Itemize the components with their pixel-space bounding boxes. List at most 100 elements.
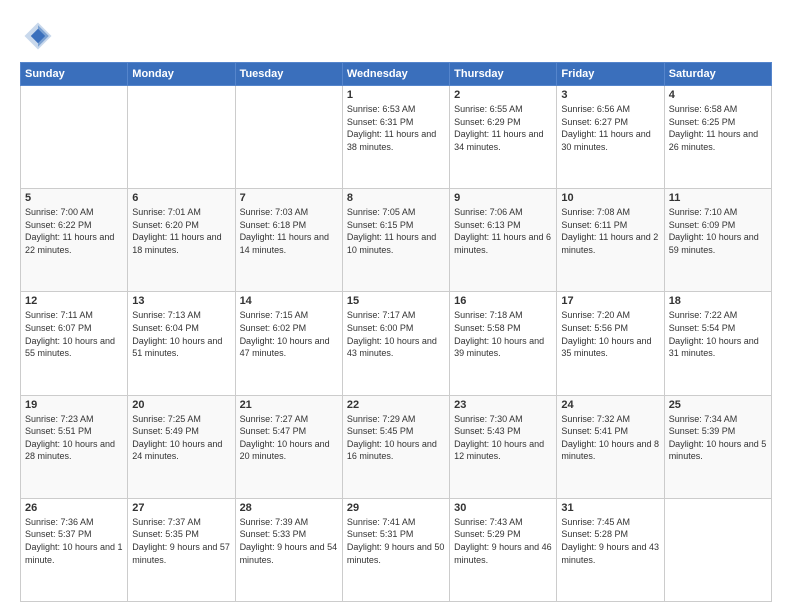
day-number: 1 [347,89,445,101]
day-number: 13 [132,295,230,307]
day-number: 23 [454,399,552,411]
calendar-cell: 9 Sunrise: 7:06 AMSunset: 6:13 PMDayligh… [450,189,557,292]
day-info: Sunrise: 7:01 AMSunset: 6:20 PMDaylight:… [132,206,230,256]
day-number: 24 [561,399,659,411]
calendar-cell: 20 Sunrise: 7:25 AMSunset: 5:49 PMDaylig… [128,395,235,498]
calendar-cell: 13 Sunrise: 7:13 AMSunset: 6:04 PMDaylig… [128,292,235,395]
calendar-cell: 28 Sunrise: 7:39 AMSunset: 5:33 PMDaylig… [235,498,342,601]
day-info: Sunrise: 7:29 AMSunset: 5:45 PMDaylight:… [347,413,445,463]
calendar-cell: 1 Sunrise: 6:53 AMSunset: 6:31 PMDayligh… [342,86,449,189]
day-info: Sunrise: 6:58 AMSunset: 6:25 PMDaylight:… [669,103,767,153]
calendar-cell: 19 Sunrise: 7:23 AMSunset: 5:51 PMDaylig… [21,395,128,498]
calendar-cell [21,86,128,189]
day-info: Sunrise: 7:25 AMSunset: 5:49 PMDaylight:… [132,413,230,463]
day-number: 10 [561,192,659,204]
calendar-cell: 7 Sunrise: 7:03 AMSunset: 6:18 PMDayligh… [235,189,342,292]
day-number: 20 [132,399,230,411]
day-info: Sunrise: 7:03 AMSunset: 6:18 PMDaylight:… [240,206,338,256]
calendar-cell: 4 Sunrise: 6:58 AMSunset: 6:25 PMDayligh… [664,86,771,189]
calendar-cell: 5 Sunrise: 7:00 AMSunset: 6:22 PMDayligh… [21,189,128,292]
calendar-week-3: 12 Sunrise: 7:11 AMSunset: 6:07 PMDaylig… [21,292,772,395]
day-number: 5 [25,192,123,204]
day-info: Sunrise: 7:43 AMSunset: 5:29 PMDaylight:… [454,516,552,566]
day-number: 19 [25,399,123,411]
day-info: Sunrise: 7:22 AMSunset: 5:54 PMDaylight:… [669,309,767,359]
day-info: Sunrise: 7:34 AMSunset: 5:39 PMDaylight:… [669,413,767,463]
day-number: 11 [669,192,767,204]
calendar-cell: 12 Sunrise: 7:11 AMSunset: 6:07 PMDaylig… [21,292,128,395]
calendar-cell: 21 Sunrise: 7:27 AMSunset: 5:47 PMDaylig… [235,395,342,498]
day-number: 6 [132,192,230,204]
day-info: Sunrise: 7:36 AMSunset: 5:37 PMDaylight:… [25,516,123,566]
logo [20,18,62,54]
day-number: 4 [669,89,767,101]
day-info: Sunrise: 7:11 AMSunset: 6:07 PMDaylight:… [25,309,123,359]
calendar-cell: 30 Sunrise: 7:43 AMSunset: 5:29 PMDaylig… [450,498,557,601]
day-info: Sunrise: 7:15 AMSunset: 6:02 PMDaylight:… [240,309,338,359]
day-info: Sunrise: 7:41 AMSunset: 5:31 PMDaylight:… [347,516,445,566]
day-info: Sunrise: 6:53 AMSunset: 6:31 PMDaylight:… [347,103,445,153]
day-number: 16 [454,295,552,307]
weekday-header-wednesday: Wednesday [342,63,449,86]
calendar-cell: 11 Sunrise: 7:10 AMSunset: 6:09 PMDaylig… [664,189,771,292]
header [20,18,772,54]
day-number: 27 [132,502,230,514]
weekday-header-sunday: Sunday [21,63,128,86]
day-number: 30 [454,502,552,514]
day-number: 18 [669,295,767,307]
day-info: Sunrise: 7:00 AMSunset: 6:22 PMDaylight:… [25,206,123,256]
day-number: 17 [561,295,659,307]
day-number: 31 [561,502,659,514]
day-info: Sunrise: 7:05 AMSunset: 6:15 PMDaylight:… [347,206,445,256]
calendar-cell [235,86,342,189]
calendar-week-4: 19 Sunrise: 7:23 AMSunset: 5:51 PMDaylig… [21,395,772,498]
logo-icon [20,18,56,54]
day-number: 7 [240,192,338,204]
day-info: Sunrise: 7:32 AMSunset: 5:41 PMDaylight:… [561,413,659,463]
day-number: 21 [240,399,338,411]
day-number: 15 [347,295,445,307]
calendar-cell: 26 Sunrise: 7:36 AMSunset: 5:37 PMDaylig… [21,498,128,601]
calendar-cell [664,498,771,601]
weekday-header-row: SundayMondayTuesdayWednesdayThursdayFrid… [21,63,772,86]
calendar-cell: 3 Sunrise: 6:56 AMSunset: 6:27 PMDayligh… [557,86,664,189]
day-number: 12 [25,295,123,307]
day-info: Sunrise: 7:20 AMSunset: 5:56 PMDaylight:… [561,309,659,359]
day-info: Sunrise: 7:27 AMSunset: 5:47 PMDaylight:… [240,413,338,463]
day-info: Sunrise: 7:39 AMSunset: 5:33 PMDaylight:… [240,516,338,566]
calendar-cell: 16 Sunrise: 7:18 AMSunset: 5:58 PMDaylig… [450,292,557,395]
weekday-header-friday: Friday [557,63,664,86]
weekday-header-monday: Monday [128,63,235,86]
calendar-table: SundayMondayTuesdayWednesdayThursdayFrid… [20,62,772,602]
day-info: Sunrise: 7:17 AMSunset: 6:00 PMDaylight:… [347,309,445,359]
calendar-cell: 29 Sunrise: 7:41 AMSunset: 5:31 PMDaylig… [342,498,449,601]
calendar-week-2: 5 Sunrise: 7:00 AMSunset: 6:22 PMDayligh… [21,189,772,292]
day-info: Sunrise: 7:06 AMSunset: 6:13 PMDaylight:… [454,206,552,256]
calendar-week-5: 26 Sunrise: 7:36 AMSunset: 5:37 PMDaylig… [21,498,772,601]
calendar-cell: 18 Sunrise: 7:22 AMSunset: 5:54 PMDaylig… [664,292,771,395]
calendar-cell: 8 Sunrise: 7:05 AMSunset: 6:15 PMDayligh… [342,189,449,292]
calendar-cell: 15 Sunrise: 7:17 AMSunset: 6:00 PMDaylig… [342,292,449,395]
weekday-header-tuesday: Tuesday [235,63,342,86]
calendar-cell: 10 Sunrise: 7:08 AMSunset: 6:11 PMDaylig… [557,189,664,292]
day-info: Sunrise: 7:30 AMSunset: 5:43 PMDaylight:… [454,413,552,463]
weekday-header-thursday: Thursday [450,63,557,86]
day-number: 3 [561,89,659,101]
day-info: Sunrise: 7:18 AMSunset: 5:58 PMDaylight:… [454,309,552,359]
calendar-cell: 25 Sunrise: 7:34 AMSunset: 5:39 PMDaylig… [664,395,771,498]
day-info: Sunrise: 6:55 AMSunset: 6:29 PMDaylight:… [454,103,552,153]
calendar-cell: 24 Sunrise: 7:32 AMSunset: 5:41 PMDaylig… [557,395,664,498]
day-number: 9 [454,192,552,204]
day-number: 2 [454,89,552,101]
calendar-cell: 2 Sunrise: 6:55 AMSunset: 6:29 PMDayligh… [450,86,557,189]
page: SundayMondayTuesdayWednesdayThursdayFrid… [0,0,792,612]
day-number: 25 [669,399,767,411]
calendar-week-1: 1 Sunrise: 6:53 AMSunset: 6:31 PMDayligh… [21,86,772,189]
day-number: 8 [347,192,445,204]
calendar-cell: 31 Sunrise: 7:45 AMSunset: 5:28 PMDaylig… [557,498,664,601]
day-info: Sunrise: 7:23 AMSunset: 5:51 PMDaylight:… [25,413,123,463]
calendar-cell: 27 Sunrise: 7:37 AMSunset: 5:35 PMDaylig… [128,498,235,601]
calendar-cell: 14 Sunrise: 7:15 AMSunset: 6:02 PMDaylig… [235,292,342,395]
day-info: Sunrise: 7:08 AMSunset: 6:11 PMDaylight:… [561,206,659,256]
calendar-cell: 17 Sunrise: 7:20 AMSunset: 5:56 PMDaylig… [557,292,664,395]
